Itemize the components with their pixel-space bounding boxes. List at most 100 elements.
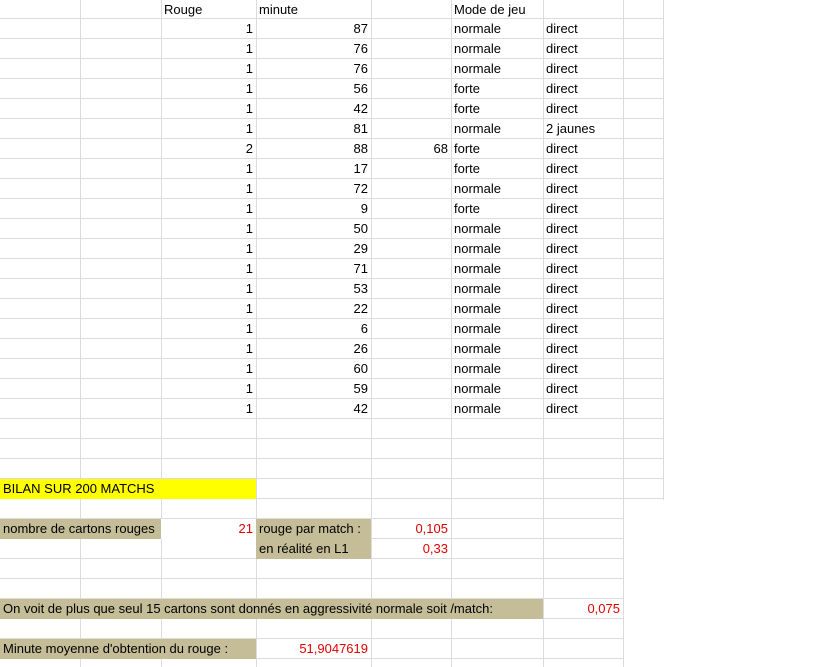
minute-cell[interactable]: 6 <box>256 319 371 339</box>
minute-moyenne-value[interactable]: 51,9047619 <box>256 639 371 659</box>
minute-cell[interactable]: 17 <box>256 159 371 179</box>
extra-minute-cell[interactable]: 68 <box>371 139 451 159</box>
rouge-cell[interactable]: 1 <box>161 299 256 319</box>
minute-cell[interactable]: 50 <box>256 219 371 239</box>
type-cell[interactable]: direct <box>543 379 623 399</box>
extra-minute-cell[interactable] <box>371 259 451 279</box>
extra-minute-cell[interactable] <box>371 59 451 79</box>
type-cell[interactable]: direct <box>543 159 623 179</box>
spreadsheet-grid[interactable]: Rouge minute Mode de jeu 1 87 normale direc… <box>0 0 840 667</box>
rouge-cell[interactable]: 1 <box>161 259 256 279</box>
rouge-cell[interactable]: 1 <box>161 179 256 199</box>
rouge-cell[interactable]: 1 <box>161 119 256 139</box>
rouge-cell[interactable]: 1 <box>161 19 256 39</box>
mode-cell[interactable]: forte <box>451 139 543 159</box>
mode-cell[interactable]: normale <box>451 359 543 379</box>
extra-minute-cell[interactable] <box>371 79 451 99</box>
extra-minute-cell[interactable] <box>371 39 451 59</box>
extra-minute-cell[interactable] <box>371 379 451 399</box>
realite-value[interactable]: 0,33 <box>371 539 451 559</box>
rouge-cell[interactable]: 1 <box>161 39 256 59</box>
minute-cell[interactable]: 22 <box>256 299 371 319</box>
minute-cell[interactable]: 72 <box>256 179 371 199</box>
type-cell[interactable]: direct <box>543 259 623 279</box>
mode-cell[interactable]: normale <box>451 239 543 259</box>
extra-minute-cell[interactable] <box>371 239 451 259</box>
type-cell[interactable]: 2 jaunes <box>543 119 623 139</box>
mode-cell[interactable]: forte <box>451 159 543 179</box>
extra-minute-cell[interactable] <box>371 339 451 359</box>
minute-moyenne-label[interactable]: Minute moyenne d'obtention du rouge : <box>0 639 256 659</box>
minute-cell[interactable]: 42 <box>256 99 371 119</box>
extra-minute-cell[interactable] <box>371 399 451 419</box>
minute-cell[interactable]: 59 <box>256 379 371 399</box>
mode-cell[interactable]: forte <box>451 99 543 119</box>
rouge-cell[interactable]: 1 <box>161 359 256 379</box>
type-cell[interactable]: direct <box>543 99 623 119</box>
rouge-cell[interactable]: 1 <box>161 339 256 359</box>
type-cell[interactable]: direct <box>543 359 623 379</box>
type-cell[interactable]: direct <box>543 399 623 419</box>
realite-label[interactable]: en réalité en L1 <box>256 539 371 559</box>
type-cell[interactable]: direct <box>543 179 623 199</box>
minute-cell[interactable]: 87 <box>256 19 371 39</box>
minute-cell[interactable]: 42 <box>256 399 371 419</box>
rouge-cell[interactable]: 1 <box>161 279 256 299</box>
summary-title[interactable]: BILAN SUR 200 MATCHS <box>0 479 256 499</box>
header-rouge[interactable]: Rouge <box>161 0 256 20</box>
aggressivite-value[interactable]: 0,075 <box>543 599 623 619</box>
extra-minute-cell[interactable] <box>371 19 451 39</box>
minute-cell[interactable]: 88 <box>256 139 371 159</box>
minute-cell[interactable]: 60 <box>256 359 371 379</box>
extra-minute-cell[interactable] <box>371 119 451 139</box>
rouge-par-match-value[interactable]: 0,105 <box>371 519 451 539</box>
nb-cartons-label[interactable]: nombre de cartons rouges <box>0 519 161 539</box>
type-cell[interactable]: direct <box>543 59 623 79</box>
rouge-cell[interactable]: 2 <box>161 139 256 159</box>
mode-cell[interactable]: normale <box>451 59 543 79</box>
mode-cell[interactable]: normale <box>451 319 543 339</box>
type-cell[interactable]: direct <box>543 39 623 59</box>
mode-cell[interactable]: normale <box>451 219 543 239</box>
nb-cartons-value[interactable]: 21 <box>161 519 256 539</box>
rouge-cell[interactable]: 1 <box>161 199 256 219</box>
mode-cell[interactable]: normale <box>451 259 543 279</box>
minute-cell[interactable]: 76 <box>256 39 371 59</box>
minute-cell[interactable]: 9 <box>256 199 371 219</box>
extra-minute-cell[interactable] <box>371 179 451 199</box>
header-minute[interactable]: minute <box>256 0 371 20</box>
extra-minute-cell[interactable] <box>371 319 451 339</box>
type-cell[interactable]: direct <box>543 299 623 319</box>
extra-minute-cell[interactable] <box>371 279 451 299</box>
type-cell[interactable]: direct <box>543 219 623 239</box>
type-cell[interactable]: direct <box>543 199 623 219</box>
type-cell[interactable]: direct <box>543 319 623 339</box>
extra-minute-cell[interactable] <box>371 199 451 219</box>
type-cell[interactable]: direct <box>543 19 623 39</box>
minute-cell[interactable]: 76 <box>256 59 371 79</box>
mode-cell[interactable]: forte <box>451 199 543 219</box>
minute-cell[interactable]: 29 <box>256 239 371 259</box>
mode-cell[interactable]: normale <box>451 39 543 59</box>
mode-cell[interactable]: normale <box>451 339 543 359</box>
rouge-cell[interactable]: 1 <box>161 319 256 339</box>
rouge-cell[interactable]: 1 <box>161 219 256 239</box>
mode-cell[interactable]: normale <box>451 19 543 39</box>
aggressivite-label[interactable]: On voit de plus que seul 15 cartons sont… <box>0 599 543 619</box>
rouge-cell[interactable]: 1 <box>161 399 256 419</box>
header-mode-de-jeu[interactable]: Mode de jeu <box>451 0 543 20</box>
extra-minute-cell[interactable] <box>371 219 451 239</box>
minute-cell[interactable]: 71 <box>256 259 371 279</box>
rouge-cell[interactable]: 1 <box>161 59 256 79</box>
extra-minute-cell[interactable] <box>371 159 451 179</box>
extra-minute-cell[interactable] <box>371 299 451 319</box>
type-cell[interactable]: direct <box>543 79 623 99</box>
mode-cell[interactable]: normale <box>451 279 543 299</box>
mode-cell[interactable]: normale <box>451 119 543 139</box>
minute-cell[interactable]: 81 <box>256 119 371 139</box>
mode-cell[interactable]: normale <box>451 399 543 419</box>
extra-minute-cell[interactable] <box>371 99 451 119</box>
rouge-cell[interactable]: 1 <box>161 99 256 119</box>
mode-cell[interactable]: normale <box>451 299 543 319</box>
rouge-par-match-label[interactable]: rouge par match : <box>256 519 371 539</box>
